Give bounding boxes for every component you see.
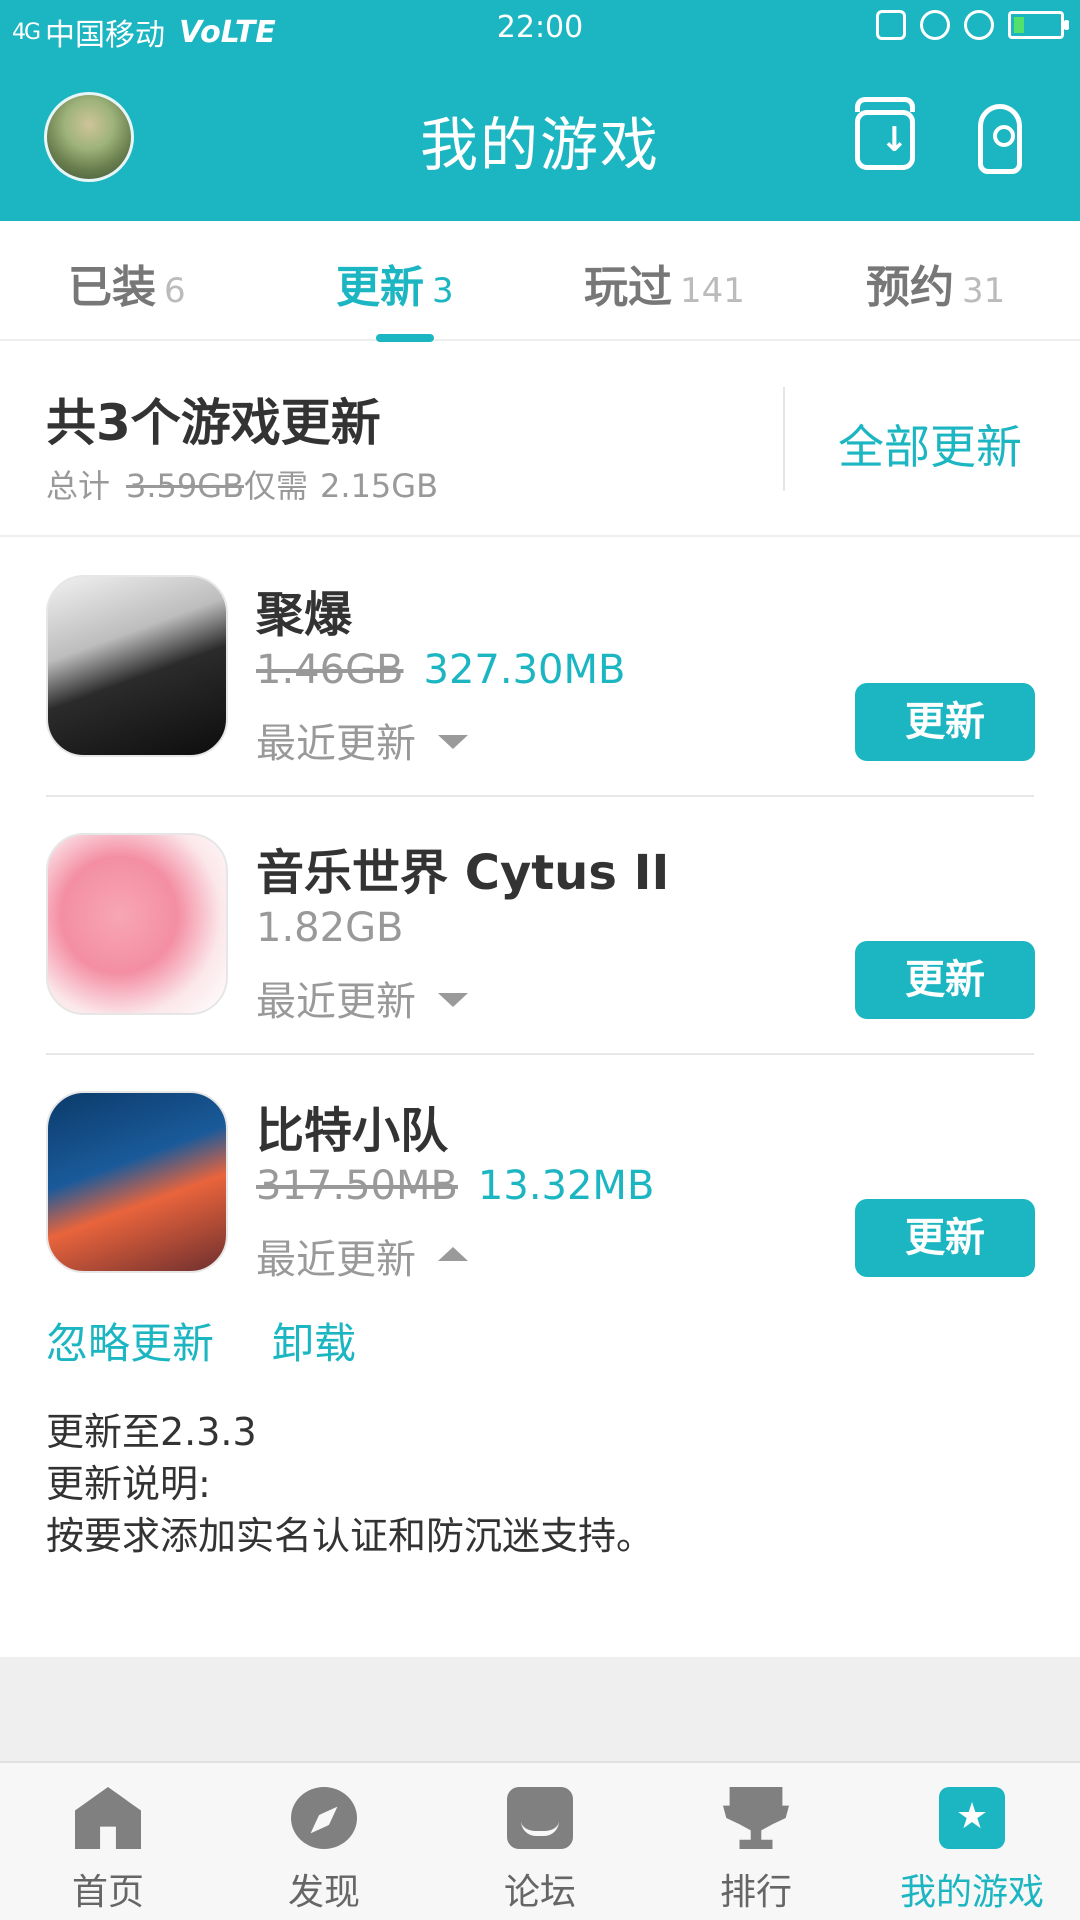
game-row: 聚爆 1.46GB 327.30MB 最近更新 更新 <box>0 539 1080 797</box>
summary-title: 共3个游戏更新 <box>46 394 381 452</box>
summary-total-size: 3.59GB <box>126 467 245 505</box>
tab-indicator <box>376 334 434 342</box>
recent-update-toggle[interactable]: 最近更新 <box>256 1227 468 1285</box>
recent-update-toggle[interactable]: 最近更新 <box>256 711 468 769</box>
update-notes: 更新至2.3.3 更新说明: 按要求添加实名认证和防沉迷支持。 <box>46 1406 654 1562</box>
uninstall-link[interactable]: 卸载 <box>272 1319 356 1368</box>
app-header: 4G 中国移动 VoLTE 22:00 我的游戏 ↓ <box>0 0 1080 221</box>
nav-home-label: 首页 <box>71 1872 144 1913</box>
caret-down-icon <box>438 993 468 1007</box>
forum-icon <box>507 1787 573 1849</box>
nav-forum-label: 论坛 <box>503 1872 576 1913</box>
tab-updates-label: 更新 <box>336 262 424 313</box>
game-size: 1.46GB 327.30MB <box>256 647 625 693</box>
update-all-button[interactable]: 全部更新 <box>838 411 1022 477</box>
nav-my-games[interactable]: 我的游戏 <box>864 1763 1080 1920</box>
battery-icon <box>1008 11 1069 39</box>
list-footer <box>0 1657 1080 1761</box>
summary-need-size: 2.15GB <box>320 467 439 505</box>
update-summary: 共3个游戏更新 总计 3.59GB仅需 2.15GB 全部更新 <box>0 343 1080 537</box>
game-icon[interactable] <box>46 833 228 1015</box>
summary-sizes: 总计 3.59GB仅需 2.15GB <box>46 461 438 507</box>
tab-reserved-count: 31 <box>962 271 1006 311</box>
recent-update-toggle[interactable]: 最近更新 <box>256 969 468 1027</box>
new-size: 13.32MB <box>477 1163 655 1209</box>
ignore-update-link[interactable]: 忽略更新 <box>46 1319 214 1368</box>
game-row: 音乐世界 Cytus II 1.82GB 最近更新 更新 <box>0 797 1080 1055</box>
summary-divider <box>783 387 785 491</box>
size-value: 1.82GB <box>256 905 404 951</box>
recent-update-label: 最近更新 <box>256 721 416 767</box>
nav-rank[interactable]: 排行 <box>648 1763 864 1920</box>
tab-installed-count: 6 <box>164 271 186 311</box>
rocket-icon[interactable] <box>978 104 1022 174</box>
tab-played-count: 141 <box>680 271 745 311</box>
nav-forum[interactable]: 论坛 <box>432 1763 648 1920</box>
page-title: 我的游戏 <box>419 111 660 179</box>
game-name: 音乐世界 Cytus II <box>256 845 670 901</box>
caret-up-icon <box>438 1247 468 1261</box>
nav-discover-label: 发现 <box>287 1872 360 1913</box>
summary-need-label: 仅需 <box>244 467 309 505</box>
my-games-icon <box>939 1787 1005 1849</box>
tab-bar: 已装 6 更新 3 玩过 141 预约 31 <box>0 221 1080 341</box>
tab-reserved[interactable]: 预约 31 <box>866 251 1005 315</box>
update-button[interactable]: 更新 <box>855 941 1035 1019</box>
update-button[interactable]: 更新 <box>855 683 1035 761</box>
rotation-lock-icon <box>920 10 950 40</box>
game-size: 1.82GB <box>256 905 404 951</box>
summary-prefix: 总计 <box>46 467 111 505</box>
compass-icon <box>291 1787 357 1849</box>
status-bar: 4G 中国移动 VoLTE 22:00 <box>0 0 1080 56</box>
tab-reserved-label: 预约 <box>866 262 954 313</box>
alarm-icon <box>964 10 994 40</box>
status-right <box>876 10 1069 40</box>
nav-my-games-label: 我的游戏 <box>899 1872 1044 1913</box>
new-size: 327.30MB <box>423 647 626 693</box>
caret-down-icon <box>438 735 468 749</box>
notification-icon <box>876 10 906 40</box>
trophy-icon <box>723 1787 789 1849</box>
recent-update-label: 最近更新 <box>256 979 416 1025</box>
tab-updates[interactable]: 更新 3 <box>336 251 454 315</box>
game-size: 317.50MB 13.32MB <box>256 1163 654 1209</box>
update-notes-text: 按要求添加实名认证和防沉迷支持。 <box>46 1514 655 1558</box>
bottom-nav: 首页 发现 论坛 排行 我的游戏 <box>0 1761 1080 1920</box>
game-icon[interactable] <box>46 1091 228 1273</box>
game-icon[interactable] <box>46 575 228 757</box>
nav-discover[interactable]: 发现 <box>216 1763 432 1920</box>
game-name: 聚爆 <box>256 587 353 643</box>
tab-installed-label: 已装 <box>68 262 156 313</box>
expanded-actions: 忽略更新 卸载 <box>46 1310 356 1371</box>
old-size: 317.50MB <box>256 1163 458 1209</box>
tab-installed[interactable]: 已装 6 <box>68 251 186 315</box>
update-notes-label: 更新说明: <box>46 1462 211 1506</box>
home-icon <box>75 1787 141 1849</box>
tab-played[interactable]: 玩过 141 <box>584 251 745 315</box>
update-version: 更新至2.3.3 <box>46 1410 257 1454</box>
game-row: 比特小队 317.50MB 13.32MB 最近更新 更新 <box>0 1055 1080 1313</box>
nav-home[interactable]: 首页 <box>0 1763 216 1920</box>
tab-played-label: 玩过 <box>584 262 672 313</box>
recent-update-label: 最近更新 <box>256 1237 416 1283</box>
tab-updates-count: 3 <box>432 271 454 311</box>
update-button[interactable]: 更新 <box>855 1199 1035 1277</box>
game-name: 比特小队 <box>256 1103 449 1159</box>
old-size: 1.46GB <box>256 647 404 693</box>
nav-rank-label: 排行 <box>719 1872 792 1913</box>
download-manager-icon[interactable]: ↓ <box>855 97 915 170</box>
